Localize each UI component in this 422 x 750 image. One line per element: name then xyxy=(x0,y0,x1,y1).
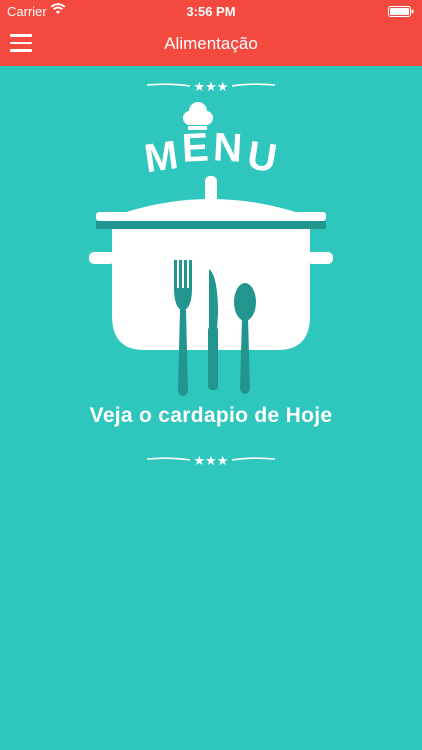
svg-text:★★★: ★★★ xyxy=(194,80,229,95)
top-divider-ornament: ★★★ xyxy=(146,80,276,95)
svg-text:E: E xyxy=(181,125,210,170)
svg-text:U: U xyxy=(244,133,279,181)
tagline-text: Veja o cardapio de Hoje xyxy=(89,404,333,427)
status-time: 3:56 PM xyxy=(186,4,236,19)
menu-heading: M E N U xyxy=(142,125,280,181)
status-bar: Carrier 3:56 PM xyxy=(0,0,422,22)
svg-text:★★★: ★★★ xyxy=(194,454,229,469)
svg-text:M: M xyxy=(142,133,181,181)
app-header: Carrier 3:56 PM Alimentação xyxy=(0,0,422,66)
bottom-divider-ornament: ★★★ xyxy=(146,454,276,469)
svg-text:N: N xyxy=(212,125,243,170)
battery-icon xyxy=(388,5,414,20)
navigation-bar: Alimentação xyxy=(0,22,422,66)
page-title: Alimentação xyxy=(164,34,258,53)
